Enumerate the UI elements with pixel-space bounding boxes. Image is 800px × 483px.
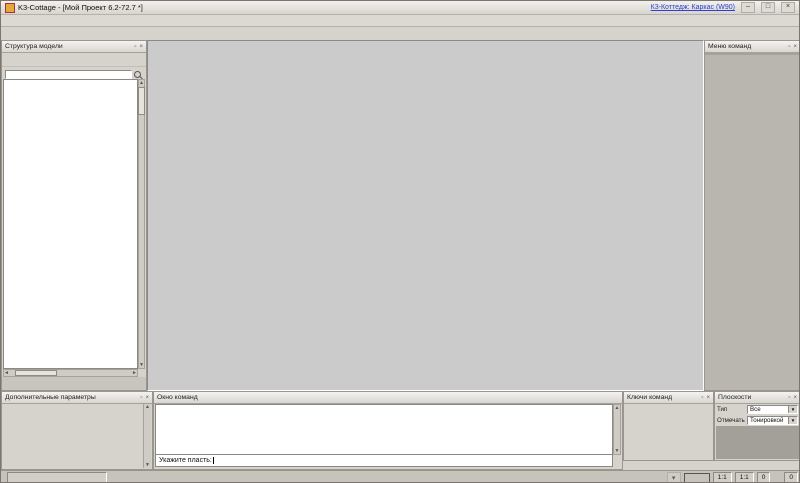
command-menu-header: Меню команд ▫× bbox=[705, 41, 800, 53]
command-keys-panel: Ключи команд ▫× bbox=[623, 391, 714, 461]
minimize-button[interactable]: – bbox=[741, 2, 755, 13]
status-left-cell bbox=[7, 472, 107, 483]
planes-panel-title: Плоскости bbox=[718, 394, 751, 401]
structure-panel-header: Структура модели ▫× bbox=[2, 41, 146, 53]
pin-icon[interactable]: ▫ bbox=[134, 44, 136, 50]
planes-type-label: Тип bbox=[717, 406, 745, 413]
chevron-down-icon[interactable]: ▼ bbox=[788, 406, 797, 413]
close-icon[interactable]: × bbox=[706, 395, 710, 401]
planes-panel: Плоскости ▫× Тип Все ▼ Отмечать Тонировк… bbox=[714, 391, 800, 461]
params-scrollbar[interactable]: ▲▼ bbox=[143, 404, 151, 468]
command-menu-list bbox=[705, 53, 800, 55]
tree-filter-toolbar bbox=[2, 53, 146, 67]
title-bar: K3-Cottage - [Мой Проект 6.2-72.7 *] К3-… bbox=[1, 1, 799, 15]
tree-vertical-scrollbar[interactable]: ▲▼ bbox=[138, 79, 145, 369]
module-link[interactable]: К3-Коттедж: Каркас (W90) bbox=[651, 4, 735, 11]
planes-panel-header: Плоскости ▫× bbox=[715, 392, 800, 404]
command-menu-title: Меню команд bbox=[708, 43, 751, 50]
planes-type-select[interactable]: Все ▼ bbox=[747, 405, 798, 414]
tree-horizontal-scrollbar[interactable]: ◄► bbox=[3, 369, 138, 377]
model-tree bbox=[3, 79, 138, 369]
close-icon[interactable]: × bbox=[145, 395, 149, 401]
coord-cell-1: 0 bbox=[757, 472, 771, 483]
application-window: K3-Cottage - [Мой Проект 6.2-72.7 *] К3-… bbox=[0, 0, 800, 483]
search-icon[interactable] bbox=[134, 71, 141, 78]
command-input[interactable]: Укажите пласть: bbox=[155, 454, 613, 467]
close-icon[interactable]: × bbox=[793, 44, 797, 50]
menu-bar bbox=[1, 15, 799, 27]
pin-icon[interactable]: ▫ bbox=[788, 395, 790, 401]
color-dropdown-icon[interactable]: ▾ bbox=[667, 472, 681, 483]
command-keys-title: Ключи команд bbox=[627, 394, 672, 401]
command-window-header: Окно команд bbox=[154, 392, 622, 404]
command-keys-header: Ключи команд ▫× bbox=[624, 392, 713, 404]
close-icon[interactable]: × bbox=[139, 44, 143, 50]
app-icon bbox=[5, 3, 15, 13]
command-log-scrollbar[interactable]: ▲▼ bbox=[613, 404, 621, 455]
scale-cell-2[interactable]: 1:1 bbox=[735, 472, 754, 483]
params-panel-header: Дополнительные параметры ▫× bbox=[2, 392, 152, 404]
coord-cell-2: 0 bbox=[784, 472, 798, 483]
planes-panel-body bbox=[716, 426, 799, 459]
window-title: K3-Cottage - [Мой Проект 6.2-72.7 *] bbox=[18, 3, 143, 12]
planes-mark-select[interactable]: Тонировкой ▼ bbox=[747, 416, 798, 425]
command-window-title: Окно команд bbox=[157, 394, 198, 401]
params-panel: Дополнительные параметры ▫× ▲▼ bbox=[1, 391, 153, 470]
params-panel-title: Дополнительные параметры bbox=[5, 394, 96, 401]
maximize-button[interactable]: □ bbox=[761, 2, 775, 13]
planes-mark-label: Отмечать bbox=[717, 417, 745, 424]
scale-cell-1[interactable]: 1:1 bbox=[713, 472, 732, 483]
pin-icon[interactable]: ▫ bbox=[701, 395, 703, 401]
viewport-3d[interactable] bbox=[147, 40, 704, 391]
command-log bbox=[155, 404, 613, 455]
viewport-3d-model bbox=[148, 41, 703, 390]
text-caret bbox=[213, 457, 214, 464]
search-input[interactable] bbox=[5, 70, 132, 79]
close-button[interactable]: × bbox=[781, 2, 795, 13]
close-icon[interactable]: × bbox=[793, 395, 797, 401]
structure-panel-title: Структура модели bbox=[5, 43, 63, 50]
command-menu-panel: Меню команд ▫× bbox=[704, 40, 800, 391]
structure-panel: Структура модели ▫× ▲▼ ◄► bbox=[1, 40, 147, 391]
current-color-swatch[interactable] bbox=[684, 473, 710, 483]
chevron-down-icon[interactable]: ▼ bbox=[788, 417, 797, 424]
pin-icon[interactable]: ▫ bbox=[140, 395, 142, 401]
command-window-panel: Окно команд ▲▼ Укажите пласть: bbox=[153, 391, 623, 470]
tree-tabs bbox=[2, 377, 146, 390]
command-prompt-text: Укажите пласть: bbox=[159, 457, 212, 464]
status-bar: ▾ 1:1 1:1 0 0 bbox=[1, 470, 800, 483]
pin-icon[interactable]: ▫ bbox=[788, 44, 790, 50]
